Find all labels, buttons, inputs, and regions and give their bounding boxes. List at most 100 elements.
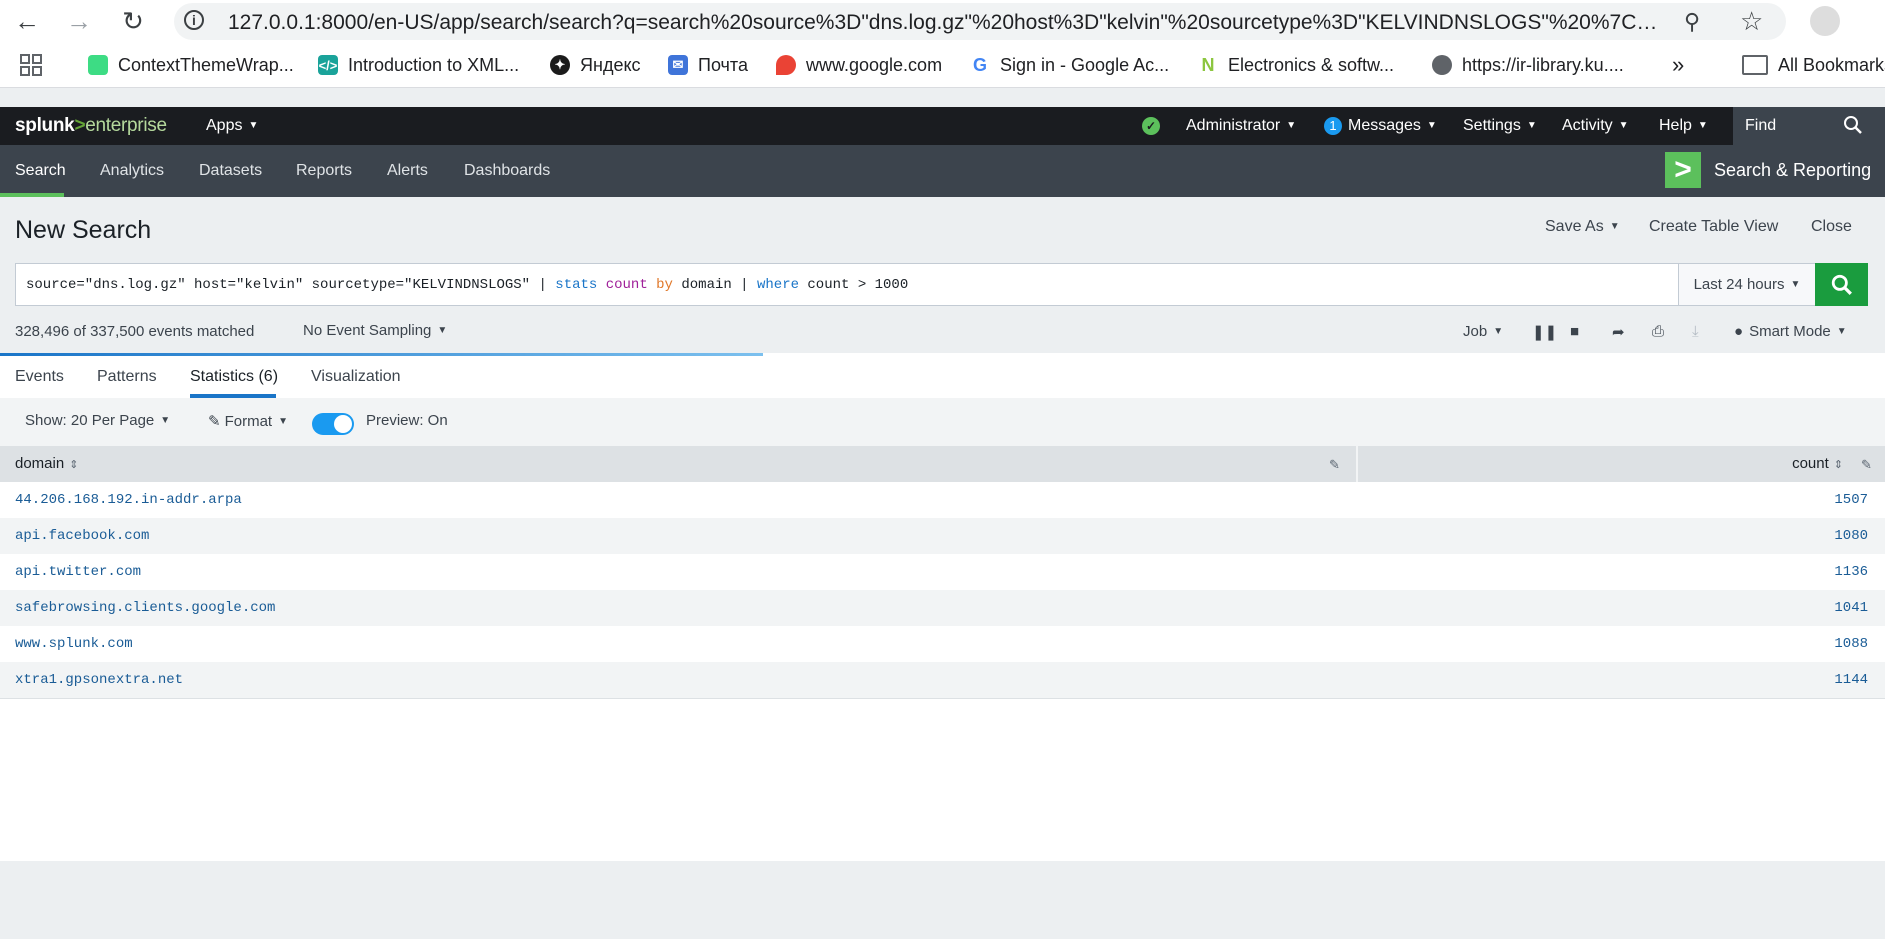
create-table-view-button[interactable]: Create Table View: [1649, 218, 1778, 236]
tab-reports[interactable]: Reports: [296, 162, 352, 180]
results-tabs: Events Patterns Statistics (6) Visualiza…: [0, 356, 1885, 399]
pause-icon[interactable]: ❚❚: [1532, 323, 1557, 341]
bookmarks-bar: ContextThemeWrap... </> Introduction to …: [0, 43, 1885, 88]
stop-icon[interactable]: ■: [1570, 323, 1579, 340]
bookmark-item[interactable]: </> Introduction to XML...: [318, 43, 519, 87]
messages-menu[interactable]: 1 Messages ▼: [1324, 117, 1437, 135]
bookmark-item[interactable]: ✉ Почта: [668, 43, 748, 87]
settings-menu[interactable]: Settings ▼: [1463, 117, 1537, 135]
domain-cell[interactable]: xtra1.gpsonextra.net: [15, 672, 183, 688]
search-submit-button[interactable]: [1815, 263, 1868, 306]
tab-patterns[interactable]: Patterns: [97, 368, 157, 386]
bookmark-item[interactable]: ✦ Яндекс: [550, 43, 641, 87]
bookmark-item[interactable]: https://ir-library.ku....: [1432, 43, 1624, 87]
mail-icon: ✉: [668, 55, 688, 75]
results-empty-area: [0, 698, 1885, 861]
search-query-input[interactable]: source="dns.log.gz" host="kelvin" source…: [15, 263, 1679, 306]
events-matched-count: 328,496 of 337,500 events matched: [15, 323, 255, 340]
tab-analytics[interactable]: Analytics: [100, 162, 164, 180]
table-row: api.twitter.com 1136: [0, 554, 1885, 590]
active-tab-indicator: [0, 193, 64, 197]
close-button[interactable]: Close: [1811, 218, 1852, 236]
tab-visualization[interactable]: Visualization: [311, 368, 401, 386]
search-icon: [1831, 274, 1852, 295]
page-title: New Search: [15, 216, 152, 244]
tab-alerts[interactable]: Alerts: [387, 162, 428, 180]
domain-cell[interactable]: www.splunk.com: [15, 636, 133, 652]
table-controls: Show: 20 Per Page ▼ ✎ Format ▼ Preview: On: [0, 398, 1885, 446]
domain-cell[interactable]: api.twitter.com: [15, 564, 141, 580]
reload-icon[interactable]: ↻: [118, 6, 148, 36]
edit-column-icon[interactable]: ✎: [1329, 457, 1340, 473]
help-menu[interactable]: Help ▼: [1659, 117, 1708, 135]
more-bookmarks-icon[interactable]: »: [1672, 43, 1684, 87]
statistics-table: domain ⇕ ✎ count ⇕ ✎ 44.206.168.192.in-add…: [0, 446, 1885, 698]
count-cell[interactable]: 1144: [1834, 672, 1868, 688]
print-icon[interactable]: ⎙: [1652, 323, 1664, 340]
preview-toggle[interactable]: [312, 413, 354, 435]
search-query-text[interactable]: source="dns.log.gz" host="kelvin" source…: [26, 277, 908, 293]
zoom-icon[interactable]: ⚲: [1684, 9, 1700, 35]
time-range-picker[interactable]: Last 24 hours ▼: [1678, 263, 1816, 306]
activity-menu[interactable]: Activity ▼: [1562, 117, 1629, 135]
health-status-icon[interactable]: ✓: [1142, 117, 1160, 135]
bookmark-item[interactable]: ContextThemeWrap...: [88, 43, 294, 87]
tab-events[interactable]: Events: [15, 368, 64, 386]
folder-icon: [1742, 55, 1768, 75]
edit-column-icon[interactable]: ✎: [1861, 457, 1872, 473]
preview-label: Preview: On: [366, 412, 448, 429]
count-cell[interactable]: 1088: [1834, 636, 1868, 652]
count-cell[interactable]: 1041: [1834, 600, 1868, 616]
save-as-button[interactable]: Save As ▼: [1545, 218, 1620, 236]
column-header-domain[interactable]: domain ⇕: [15, 455, 78, 472]
sort-icon: ⇕: [69, 459, 79, 471]
column-header-count[interactable]: count ⇕: [1792, 455, 1843, 472]
domain-cell[interactable]: 44.206.168.192.in-addr.arpa: [15, 492, 242, 508]
address-bar[interactable]: i 127.0.0.1:8000/en-US/app/search/search…: [174, 3, 1786, 40]
event-sampling-dropdown[interactable]: No Event Sampling ▼: [303, 322, 447, 339]
maps-pin-icon: [776, 55, 796, 75]
format-dropdown[interactable]: ✎ Format ▼: [208, 412, 288, 430]
search-icon[interactable]: [1843, 115, 1863, 140]
tab-statistics[interactable]: Statistics (6): [190, 368, 278, 386]
count-cell[interactable]: 1080: [1834, 528, 1868, 544]
browser-toolbar: ← → ↻ i 127.0.0.1:8000/en-US/app/search/…: [0, 0, 1885, 43]
table-row: 44.206.168.192.in-addr.arpa 1507: [0, 482, 1885, 518]
bookmark-star-icon[interactable]: ☆: [1740, 6, 1763, 37]
count-cell[interactable]: 1136: [1834, 564, 1868, 580]
forward-icon[interactable]: →: [64, 6, 94, 36]
site-info-icon[interactable]: i: [184, 10, 204, 30]
app-title[interactable]: Search & Reporting: [1714, 160, 1871, 181]
yandex-icon: ✦: [550, 55, 570, 75]
profile-avatar[interactable]: [1810, 6, 1840, 36]
bookmark-item[interactable]: G Sign in - Google Ac...: [970, 43, 1169, 87]
tab-dashboards[interactable]: Dashboards: [464, 162, 550, 180]
smart-mode-dropdown[interactable]: ● Smart Mode ▼: [1734, 323, 1847, 340]
bookmark-item[interactable]: N Electronics & softw...: [1198, 43, 1394, 87]
lightbulb-icon: ●: [1734, 323, 1744, 340]
domain-cell[interactable]: api.facebook.com: [15, 528, 149, 544]
table-row: api.facebook.com 1080: [0, 518, 1885, 554]
pencil-icon: ✎: [208, 413, 221, 430]
administrator-menu[interactable]: Administrator ▼: [1186, 117, 1296, 135]
domain-cell[interactable]: safebrowsing.clients.google.com: [15, 600, 275, 616]
job-menu[interactable]: Job ▼: [1463, 323, 1503, 340]
splunk-logo[interactable]: splunk>enterprise: [15, 115, 167, 137]
back-icon[interactable]: ←: [12, 6, 42, 36]
table-row: xtra1.gpsonextra.net 1144: [0, 662, 1885, 698]
apps-grid-icon[interactable]: [20, 43, 42, 87]
apps-menu[interactable]: Apps ▼: [206, 117, 258, 135]
xml-icon: </>: [318, 55, 338, 75]
all-bookmarks-folder[interactable]: All Bookmarks: [1742, 43, 1885, 87]
url-text[interactable]: 127.0.0.1:8000/en-US/app/search/search?q…: [228, 11, 1668, 35]
export-icon[interactable]: ⤓: [1692, 323, 1699, 340]
bookmark-item[interactable]: www.google.com: [776, 43, 942, 87]
table-row: www.splunk.com 1088: [0, 626, 1885, 662]
tab-datasets[interactable]: Datasets: [199, 162, 262, 180]
table-row: safebrowsing.clients.google.com 1041: [0, 590, 1885, 626]
share-icon[interactable]: ➦: [1612, 323, 1625, 341]
count-cell[interactable]: 1507: [1834, 492, 1868, 508]
per-page-dropdown[interactable]: Show: 20 Per Page ▼: [25, 412, 170, 429]
tab-search[interactable]: Search: [15, 162, 66, 180]
find-input[interactable]: Find: [1733, 107, 1885, 145]
